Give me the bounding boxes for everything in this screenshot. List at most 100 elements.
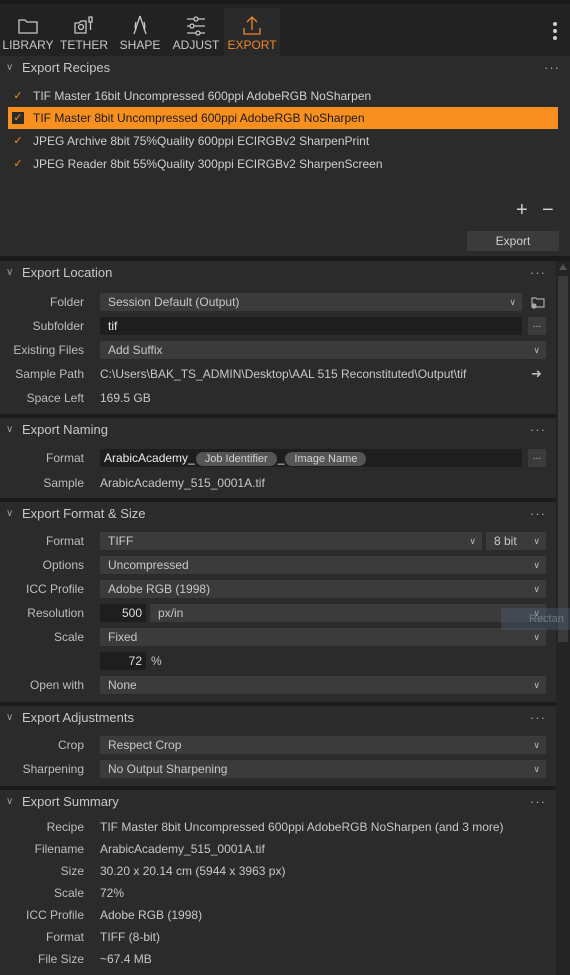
icc-profile-select[interactable]: Adobe RGB (1998) ∨	[100, 580, 546, 598]
more-icon[interactable]: ···	[544, 56, 560, 80]
options-label: Options	[42, 558, 84, 572]
summary-value: ~67.4 MB	[100, 952, 152, 966]
icc-profile-label: ICC Profile	[25, 582, 84, 596]
panel-title: Export Adjustments	[22, 710, 134, 725]
summary-label: Recipe	[46, 820, 84, 834]
summary-label: File Size	[37, 952, 84, 966]
format-label: Format	[45, 534, 84, 548]
panel-title: Export Naming	[22, 422, 108, 437]
export-naming-panel: ∨ Export Naming ··· Format ArabicAcademy…	[0, 418, 556, 498]
tab-tether[interactable]: TETHER	[56, 8, 112, 60]
bit-depth-select[interactable]: 8 bit ∨	[486, 532, 546, 550]
crop-select[interactable]: Respect Crop ∨	[100, 736, 546, 754]
panel-header[interactable]: ∨ Export Recipes ···	[0, 56, 570, 80]
panel-header[interactable]: ∨ Export Location ···	[0, 261, 556, 285]
export-location-panel: ∨ Export Location ··· Folder Session Def…	[0, 261, 556, 414]
tab-adjust[interactable]: ADJUST	[168, 8, 224, 60]
more-icon[interactable]: ···	[530, 790, 546, 814]
summary-label: Scale	[53, 886, 84, 900]
summary-label: ICC Profile	[25, 908, 84, 922]
chevron-down-icon: ∨	[533, 345, 540, 355]
crop-label: Crop	[57, 738, 84, 752]
tab-shape[interactable]: SHAPE	[112, 8, 168, 60]
token-job-identifier[interactable]: Job Identifier	[195, 451, 277, 466]
summary-value: 72%	[100, 886, 125, 900]
upload-icon	[224, 8, 280, 38]
chevron-down-icon: ∨	[533, 584, 540, 594]
folder-browse-icon[interactable]	[530, 294, 546, 313]
chevron-down-icon: ∨	[533, 536, 540, 546]
token-image-name[interactable]: Image Name	[285, 451, 367, 466]
sharpening-select[interactable]: No Output Sharpening ∨	[100, 760, 546, 778]
summary-label: Filename	[34, 842, 84, 856]
panel-header[interactable]: ∨ Export Format & Size ···	[0, 502, 556, 526]
space-left-value: 169.5 GB	[100, 391, 151, 405]
summary-value: Adobe RGB (1998)	[100, 908, 203, 922]
export-adjustments-panel: ∨ Export Adjustments ··· Crop Respect Cr…	[0, 706, 556, 786]
subfolder-options-button[interactable]: ...	[528, 317, 546, 335]
sample-path-value: C:\Users\BAK_TS_ADMIN\Desktop\AAL 515 Re…	[100, 367, 467, 381]
export-format-size-panel: ∨ Export Format & Size ··· Format TIFF ∨…	[0, 502, 556, 702]
summary-label: Format	[45, 930, 84, 944]
scale-select[interactable]: Fixed ∨	[100, 628, 546, 646]
add-recipe-button[interactable]: +	[516, 199, 528, 222]
open-with-label: Open with	[29, 678, 84, 692]
recipe-item[interactable]: ✓ JPEG Reader 8bit 55%Quality 300ppi ECI…	[8, 153, 558, 175]
panel-title: Export Location	[22, 265, 113, 280]
chevron-down-icon: ∨	[6, 796, 14, 807]
checkbox[interactable]: ✓	[12, 112, 24, 124]
recipe-item-selected[interactable]: ✓ TIF Master 8bit Uncompressed 600ppi Ad…	[8, 107, 558, 129]
arrow-right-icon[interactable]: ➜	[531, 366, 542, 382]
shape-icon	[112, 8, 168, 38]
folder-label: Folder	[49, 295, 84, 309]
naming-format-input[interactable]: ArabicAcademy_ Job Identifier _ Image Name	[100, 449, 522, 467]
recipe-item[interactable]: ✓ JPEG Archive 8bit 75%Quality 600ppi EC…	[8, 130, 558, 152]
chevron-down-icon: ∨	[6, 508, 14, 519]
remove-recipe-button[interactable]: −	[542, 199, 554, 222]
folder-select[interactable]: Session Default (Output) ∨	[100, 293, 522, 311]
checkbox[interactable]: ✓	[12, 158, 24, 170]
chevron-down-icon: ∨	[509, 297, 516, 307]
subfolder-input[interactable]: tif	[100, 317, 522, 335]
tab-library[interactable]: LIBRARY	[0, 8, 56, 60]
existing-files-label: Existing Files	[13, 343, 84, 357]
panel-header[interactable]: ∨ Export Summary ···	[0, 790, 556, 814]
resolution-input[interactable]: 500	[100, 604, 146, 622]
tab-export[interactable]: EXPORT	[224, 8, 280, 60]
summary-value: 30.20 x 20.14 cm (5944 x 3963 px)	[100, 864, 286, 878]
existing-files-select[interactable]: Add Suffix ∨	[100, 341, 546, 359]
chevron-down-icon: ∨	[533, 560, 540, 570]
recipe-item[interactable]: ✓ TIF Master 16bit Uncompressed 600ppi A…	[8, 85, 558, 107]
more-icon[interactable]: ···	[530, 706, 546, 730]
panel-title: Export Recipes	[22, 60, 111, 75]
scrollbar-thumb[interactable]	[558, 276, 568, 642]
scroll-up-arrow-icon[interactable]	[559, 264, 567, 270]
chevron-down-icon: ∨	[6, 712, 14, 723]
camera-icon	[56, 8, 112, 38]
panel-header[interactable]: ∨ Export Adjustments ···	[0, 706, 556, 730]
panel-title: Export Summary	[22, 794, 119, 809]
chevron-down-icon: ∨	[533, 764, 540, 774]
export-button[interactable]: Export	[467, 231, 559, 251]
open-with-select[interactable]: None ∨	[100, 676, 546, 694]
more-icon[interactable]: ···	[530, 261, 546, 285]
checkbox[interactable]: ✓	[12, 90, 24, 102]
options-select[interactable]: Uncompressed ∨	[100, 556, 546, 574]
naming-options-button[interactable]: ...	[528, 449, 546, 467]
chevron-down-icon: ∨	[6, 267, 14, 278]
ghost-tooltip: Rectan	[501, 608, 570, 630]
more-icon[interactable]: ···	[530, 418, 546, 442]
folder-icon	[0, 8, 56, 38]
sharpening-label: Sharpening	[22, 762, 84, 776]
chevron-down-icon: ∨	[533, 680, 540, 690]
more-icon[interactable]: ···	[530, 502, 546, 526]
chevron-down-icon: ∨	[533, 632, 540, 642]
format-select[interactable]: TIFF ∨	[100, 532, 482, 550]
naming-sample-value: ArabicAcademy_515_0001A.tif	[100, 476, 265, 490]
checkbox[interactable]: ✓	[12, 135, 24, 147]
scale-percent-input[interactable]: 72	[100, 652, 146, 670]
panel-header[interactable]: ∨ Export Naming ···	[0, 418, 556, 442]
resolution-unit-select[interactable]: px/in ∨	[150, 604, 546, 622]
more-options-icon[interactable]	[552, 22, 558, 44]
space-left-label: Space Left	[26, 391, 84, 405]
